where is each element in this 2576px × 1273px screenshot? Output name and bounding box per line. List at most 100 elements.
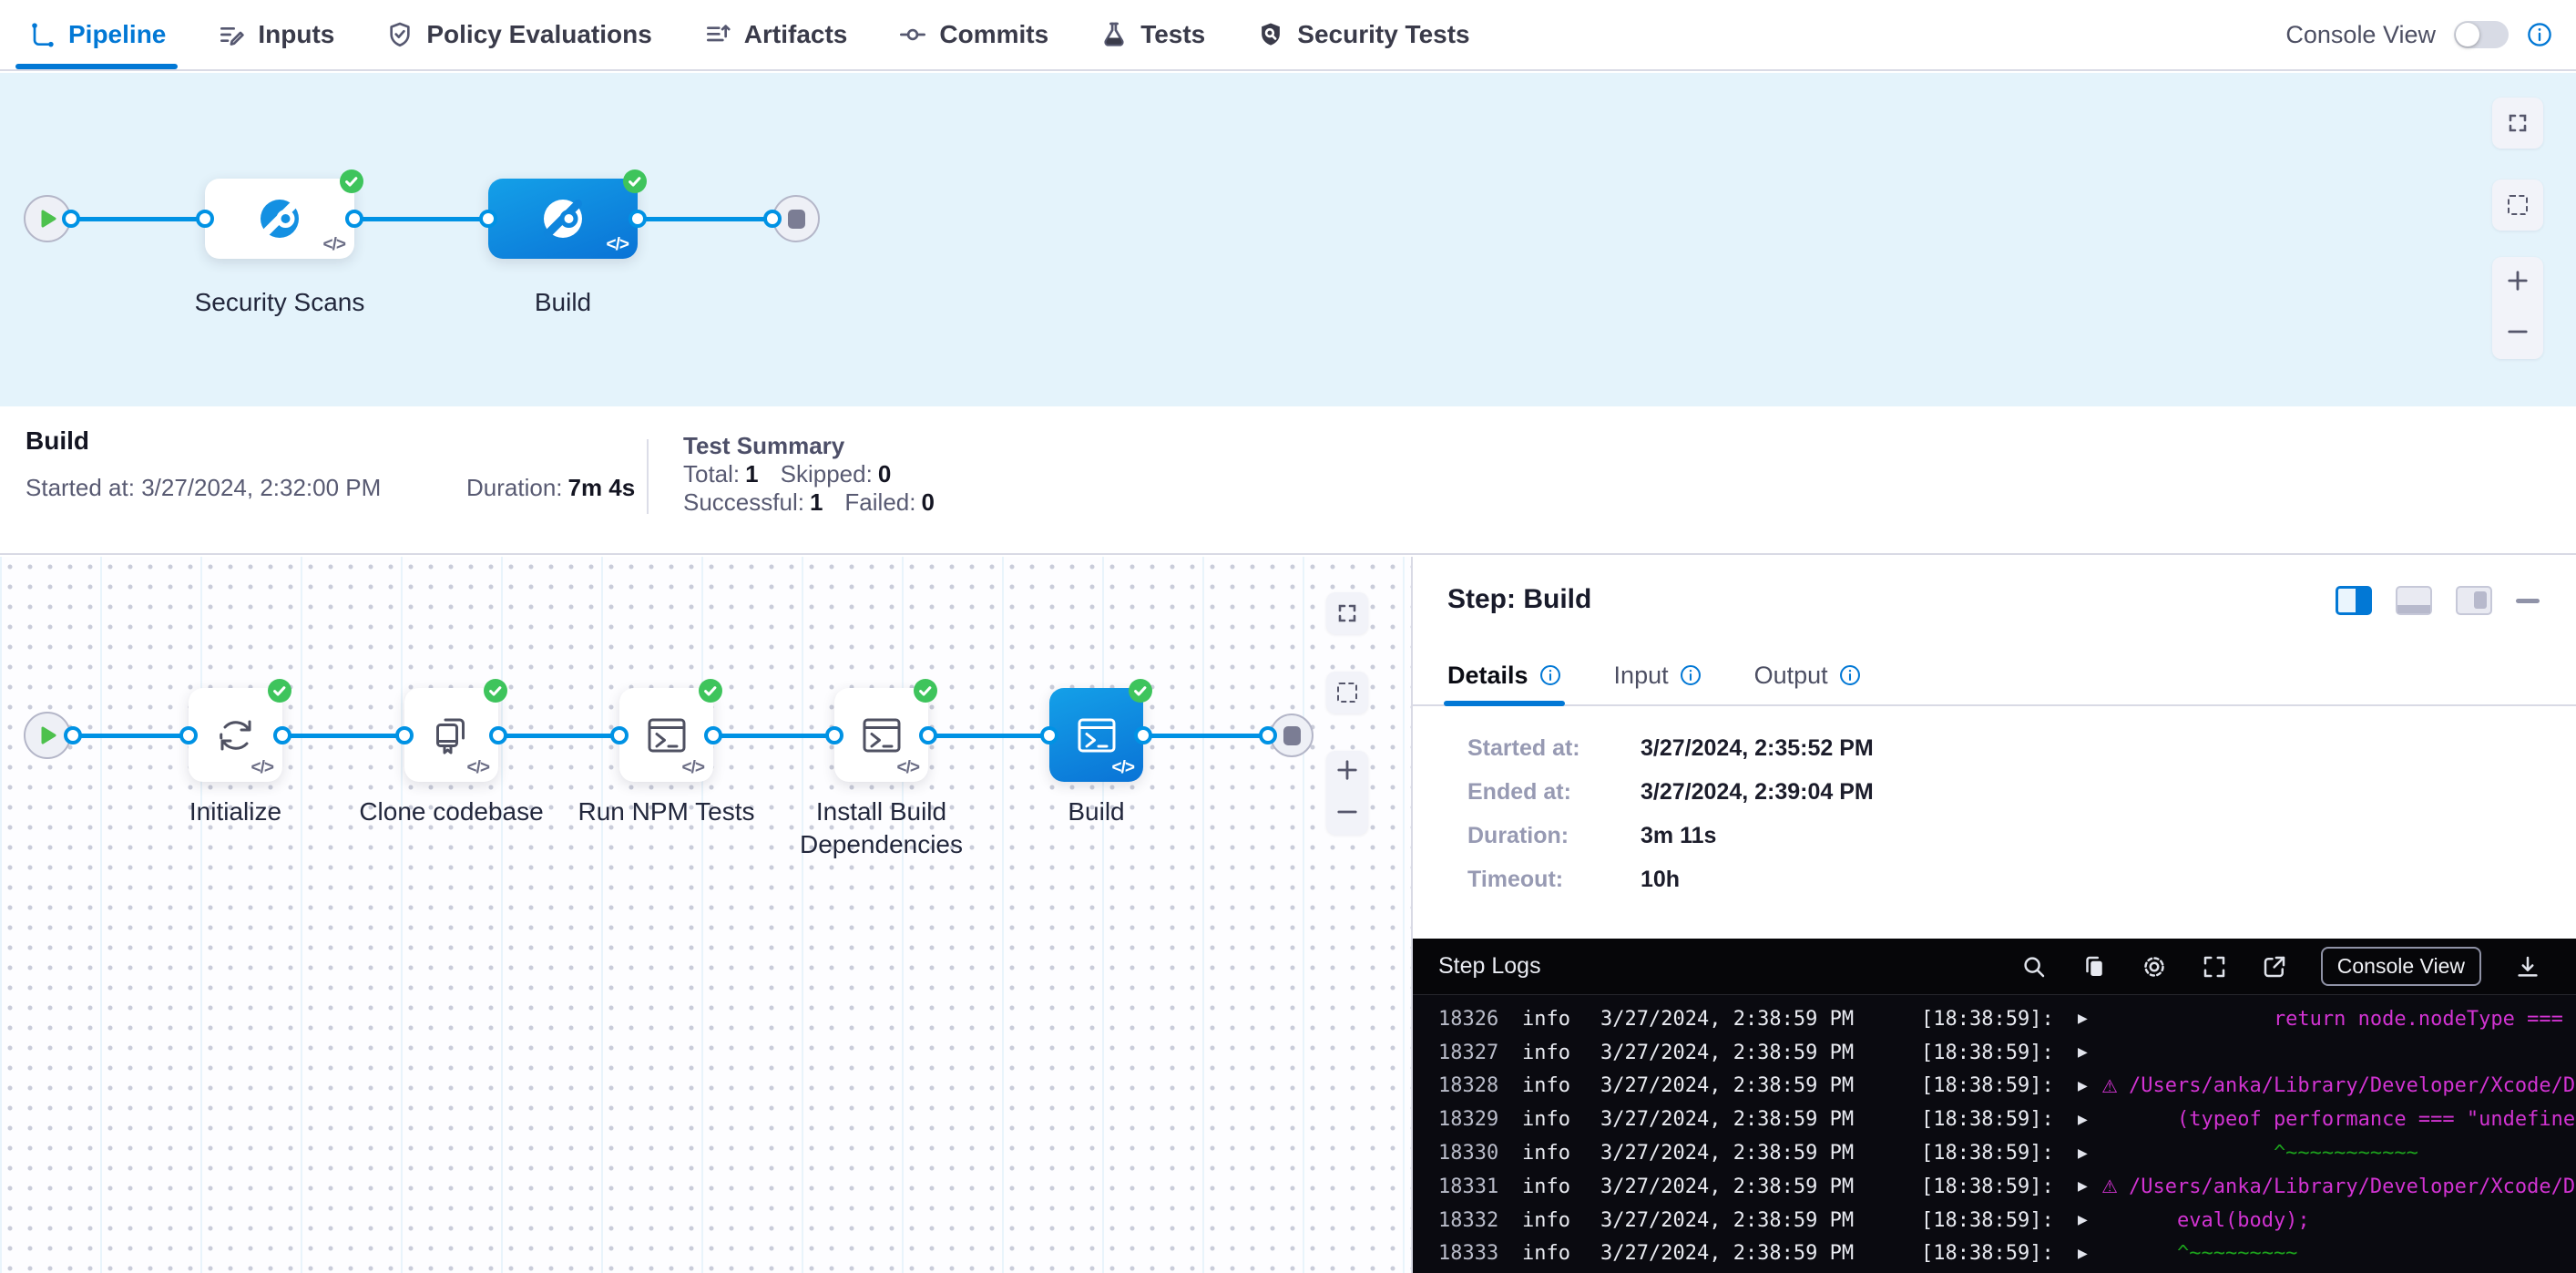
step-pipeline-canvas: </>Initialize</>Clone codebase</>Run NPM…: [0, 557, 1411, 1273]
zoom-out-button[interactable]: [1335, 800, 1359, 828]
nav-item-label: Tests: [1140, 20, 1205, 49]
zoom-out-button[interactable]: [2506, 320, 2530, 348]
expand-caret-icon[interactable]: ▶: [2078, 1011, 2101, 1026]
successful-value: 1: [810, 488, 823, 516]
log-date: 3/27/2024, 2:38:59 PM: [1600, 1042, 1921, 1064]
stage-node-build[interactable]: </>: [488, 179, 638, 259]
code-template-icon: </>: [323, 235, 345, 255]
step-node-initialize[interactable]: </>: [189, 688, 282, 782]
nav-item-label: Policy Evaluations: [426, 20, 651, 49]
log-row[interactable]: 18327 info 3/27/2024, 2:38:59 PM [18:38:…: [1413, 1036, 2576, 1070]
test-summary-row1: Total:1Skipped:0: [683, 460, 956, 488]
log-row[interactable]: 18326 info 3/27/2024, 2:38:59 PM [18:38:…: [1413, 1002, 2576, 1036]
copy-icon[interactable]: [2080, 953, 2108, 980]
log-level: info: [1522, 1242, 1600, 1265]
collapse-panel-icon[interactable]: [2516, 599, 2540, 603]
info-icon[interactable]: [2527, 22, 2552, 47]
canvas-marquee-select-button[interactable]: [1326, 672, 1368, 713]
log-row[interactable]: 18331 info 3/27/2024, 2:38:59 PM [18:38:…: [1413, 1170, 2576, 1204]
step-node-clone-codebase[interactable]: </>: [404, 688, 498, 782]
success-badge-icon: [622, 169, 648, 194]
log-level: info: [1522, 1142, 1600, 1165]
info-icon[interactable]: [1839, 664, 1861, 686]
expand-caret-icon[interactable]: ▶: [2078, 1179, 2101, 1194]
canvas-fullscreen-button[interactable]: [1326, 592, 1368, 634]
console-view-toggle[interactable]: [2454, 21, 2509, 48]
nav-item-security-tests[interactable]: Security Tests: [1256, 0, 1469, 69]
detail-value: 3m 11s: [1641, 823, 1716, 849]
stop-square-icon: [788, 210, 805, 229]
log-date: 3/27/2024, 2:38:59 PM: [1600, 1108, 1921, 1131]
expand-caret-icon[interactable]: ▶: [2078, 1045, 2101, 1060]
expand-caret-icon[interactable]: ▶: [2078, 1113, 2101, 1127]
connector-dot: [62, 210, 80, 228]
canvas-zoom-controls: [1326, 751, 1368, 835]
code-template-icon: </>: [607, 235, 629, 255]
log-row[interactable]: 18329 info 3/27/2024, 2:38:59 PM [18:38:…: [1413, 1103, 2576, 1136]
log-row[interactable]: 18328 info 3/27/2024, 2:38:59 PM [18:38:…: [1413, 1070, 2576, 1104]
play-icon: [36, 724, 58, 746]
stage-duration: Duration:7m 4s: [466, 474, 635, 502]
nav-item-artifacts[interactable]: Artifacts: [703, 0, 848, 69]
test-summary-title: Test Summary: [683, 432, 956, 460]
log-row[interactable]: 18333 info 3/27/2024, 2:38:59 PM [18:38:…: [1413, 1237, 2576, 1271]
log-level: info: [1522, 1042, 1600, 1064]
detail-label: Ended at:: [1467, 779, 1641, 806]
log-row[interactable]: 18330 info 3/27/2024, 2:38:59 PM [18:38:…: [1413, 1136, 2576, 1170]
tab-input[interactable]: Input: [1614, 646, 1702, 704]
pipeline-icon: [27, 20, 56, 49]
layout-overlay-icon[interactable]: [2456, 586, 2492, 615]
download-icon[interactable]: [2514, 953, 2541, 980]
top-navigation: Pipeline Inputs Policy Evaluations Artif…: [0, 0, 2576, 71]
expand-caret-icon[interactable]: ▶: [2078, 1213, 2101, 1227]
step-node-run-npm-tests[interactable]: </>: [619, 688, 713, 782]
detail-label: Duration:: [1467, 823, 1641, 849]
failed-label: Failed:: [844, 488, 915, 516]
tab-details[interactable]: Details: [1447, 646, 1561, 704]
step-node-install-build-dependencies[interactable]: </>: [834, 688, 928, 782]
logs-header-icons: Console View: [2020, 947, 2576, 986]
canvas-marquee-select-button[interactable]: [2492, 180, 2543, 231]
expand-caret-icon[interactable]: ▶: [2078, 1247, 2101, 1261]
nav-item-inputs[interactable]: Inputs: [217, 0, 334, 69]
zoom-in-button[interactable]: [2506, 269, 2530, 297]
nav-item-tests[interactable]: Tests: [1099, 0, 1205, 69]
fullscreen-icon[interactable]: [2201, 953, 2228, 980]
tab-output[interactable]: Output: [1754, 646, 1861, 704]
warning-icon: ⚠: [2101, 1075, 2129, 1097]
artifacts-icon: [703, 20, 732, 49]
detail-row: Timeout: 10h: [1467, 867, 1874, 893]
log-line-number: 18331: [1438, 1175, 1522, 1198]
tab-label: Input: [1614, 662, 1669, 690]
nav-item-policy-evaluations[interactable]: Policy Evaluations: [385, 0, 651, 69]
success-badge-icon: [698, 678, 723, 703]
code-template-icon: </>: [251, 758, 273, 778]
nav-item-commits[interactable]: Commits: [898, 0, 1048, 69]
zoom-in-button[interactable]: [1335, 758, 1359, 786]
canvas-fullscreen-button[interactable]: [2492, 98, 2543, 149]
layout-split-right-icon[interactable]: [2336, 586, 2372, 615]
expand-caret-icon[interactable]: ▶: [2078, 1146, 2101, 1161]
stage-summary-bar: Build Started at: 3/27/2024, 2:32:00 PM …: [0, 406, 2576, 555]
stage-node-security-scans[interactable]: </>: [205, 179, 354, 259]
settings-gear-icon[interactable]: [2141, 953, 2168, 980]
info-icon[interactable]: [1680, 664, 1702, 686]
log-level: info: [1522, 1209, 1600, 1232]
console-view-button[interactable]: Console View: [2321, 947, 2481, 986]
search-icon[interactable]: [2020, 953, 2048, 980]
nav-right-controls: Console View: [2285, 21, 2576, 49]
expand-caret-icon[interactable]: ▶: [2078, 1079, 2101, 1093]
open-in-new-icon[interactable]: [2261, 953, 2288, 980]
info-icon[interactable]: [1539, 664, 1561, 686]
clone-icon: [426, 710, 477, 761]
layout-split-bottom-icon[interactable]: [2396, 586, 2432, 615]
log-level: info: [1522, 1175, 1600, 1198]
nav-item-pipeline[interactable]: Pipeline: [27, 0, 166, 69]
log-row[interactable]: 18332 info 3/27/2024, 2:38:59 PM [18:38:…: [1413, 1204, 2576, 1237]
step-node-build[interactable]: </>: [1049, 688, 1143, 782]
connector-line: [282, 734, 404, 738]
success-badge-icon: [339, 169, 364, 194]
detail-row: Started at: 3/27/2024, 2:35:52 PM: [1467, 735, 1874, 762]
connector-dot: [825, 726, 843, 744]
log-date: 3/27/2024, 2:38:59 PM: [1600, 1209, 1921, 1232]
